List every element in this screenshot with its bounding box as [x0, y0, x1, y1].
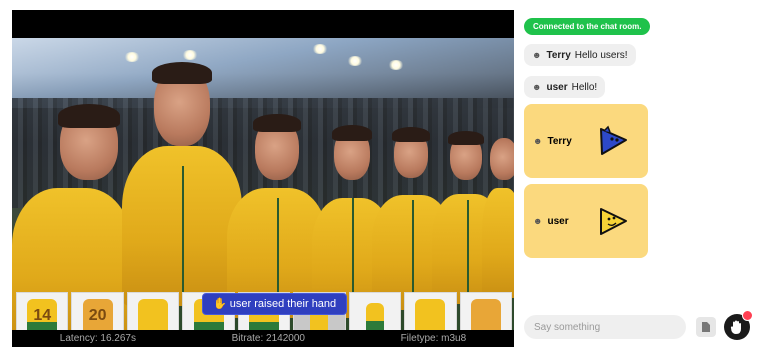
avatar-icon: ☻ [532, 82, 542, 92]
chat-message: ☻ user Hello! [524, 76, 606, 98]
kit-thumbnail [348, 292, 402, 330]
chat-panel: Connected to the chat room. ☻ Terry Hell… [520, 0, 761, 347]
player [122, 62, 242, 306]
sticker-message: ☻ Terry [524, 104, 648, 178]
message-username: Terry [547, 135, 572, 147]
avatar-icon: ☻ [532, 50, 542, 60]
stream-stats-bar: Latency: 16.267s Bitrate: 2142000 Filety… [12, 330, 514, 347]
floodlight [347, 56, 363, 66]
message-username: user [546, 81, 568, 93]
avatar-icon: ☻ [533, 136, 543, 146]
message-username: Terry [546, 49, 571, 61]
floodlight [388, 60, 404, 70]
message-text: Hello! [571, 81, 598, 93]
chat-message: ☻ Terry Hello users! [524, 44, 636, 66]
kit-thumbnail: 14 [16, 292, 69, 330]
kit-thumbnail [126, 292, 180, 330]
kit-thumbnail [404, 292, 457, 330]
message-username: user [547, 215, 569, 227]
toast-text: user raised their hand [229, 298, 337, 310]
floodlight [124, 52, 140, 62]
bitrate-stat: Bitrate: 2142000 [231, 333, 305, 344]
video-frame[interactable]: 14 20 [12, 38, 514, 330]
notification-dot [742, 310, 753, 321]
filetype-stat: Filetype: m3u8 [400, 333, 467, 344]
raise-hand-toast: ✋ user raised their hand [202, 293, 348, 315]
sticker-message: ☻ user [524, 184, 648, 258]
yellow-play-sticker-icon [600, 208, 627, 235]
kit-thumbnail [459, 292, 512, 330]
floodlight [182, 50, 198, 60]
message-text: Hello users! [574, 49, 628, 61]
chat-message-input[interactable] [524, 315, 686, 339]
player [482, 138, 514, 298]
attach-button[interactable] [696, 317, 716, 337]
connection-status-badge: Connected to the chat room. [524, 18, 651, 35]
hand-icon [730, 320, 741, 334]
blue-play-sticker-icon [600, 125, 627, 155]
kit-thumbnail: 20 [71, 292, 124, 330]
avatar-icon: ☻ [533, 216, 543, 226]
hand-icon: ✋ [213, 298, 227, 310]
latency-stat: Latency: 16.267s [59, 333, 136, 344]
file-icon [702, 322, 710, 332]
video-player[interactable]: 14 20 ✋ user raised their hand Latency: … [12, 10, 514, 347]
floodlight [312, 44, 328, 54]
